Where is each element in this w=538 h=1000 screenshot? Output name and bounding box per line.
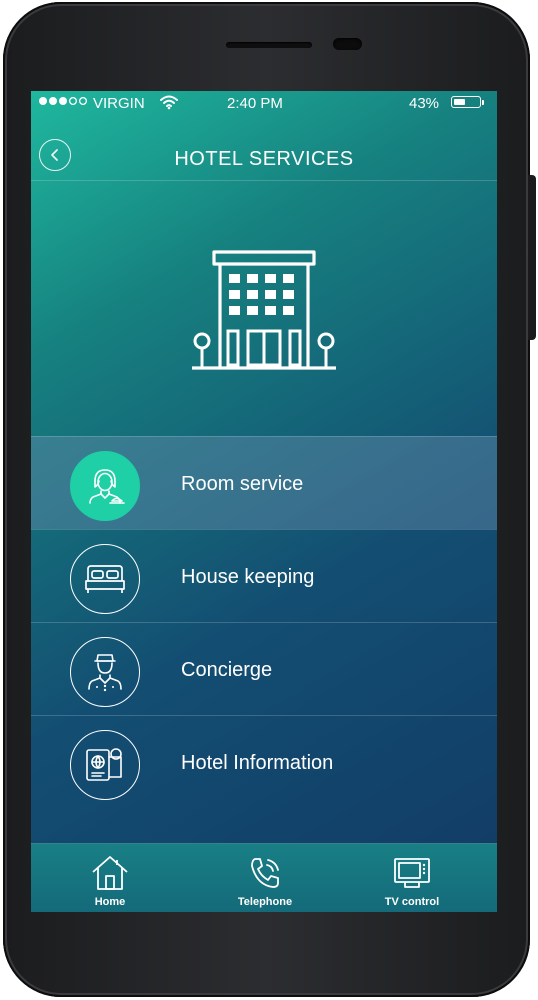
menu-item-house-keeping[interactable]: House keeping [31,529,497,622]
front-camera [333,38,362,50]
menu-item-label: Room service [181,473,304,495]
battery-icon [451,96,485,110]
tab-home[interactable]: Home [60,850,160,910]
carrier-name: VIRGIN [93,95,145,112]
tab-tv-control[interactable]: TV control [362,850,462,910]
status-bar: VIRGIN 2:40 PM 43% [31,91,497,117]
tab-telephone[interactable]: Telephone [215,850,315,910]
menu-item-label: Hotel Information [181,752,334,774]
tab-label: TV control [384,896,440,908]
services-menu: Room service House keeping Concierge Hot… [31,436,497,808]
menu-item-concierge[interactable]: Concierge [31,622,497,715]
bed-icon [85,565,125,593]
wifi-icon [160,95,178,110]
room-service-icon [89,469,125,504]
app-header: HOTEL SERVICES [31,121,497,181]
header-divider [31,180,497,181]
home-icon [92,856,128,890]
hotel-information-icon [86,748,122,781]
telephone-icon [251,858,279,888]
menu-item-label: Concierge [181,659,273,681]
app-screen: VIRGIN 2:40 PM 43% HOTEL SERVICES Room s… [31,91,497,912]
page-title: HOTEL SERVICES [174,148,354,170]
concierge-icon [88,654,122,692]
menu-item-label: House keeping [181,566,315,588]
menu-item-hotel-information[interactable]: Hotel Information [31,715,497,808]
battery-percentage: 43% [409,95,440,112]
menu-item-room-service[interactable]: Room service [31,436,497,529]
earpiece-speaker [226,42,312,48]
concierge-icon-circle [70,637,140,707]
room-service-icon-circle [70,451,140,521]
hotel-information-icon-circle [70,730,140,800]
tab-label: Telephone [237,896,293,908]
status-time: 2:40 PM [227,95,283,112]
side-button [528,175,536,340]
hotel-building-icon [192,250,336,370]
bottom-tab-bar: Home Telephone TV control [31,843,497,912]
signal-strength-icon [39,97,87,105]
tab-label: Home [94,896,126,908]
house-keeping-icon-circle [70,544,140,614]
tv-icon [394,858,430,888]
